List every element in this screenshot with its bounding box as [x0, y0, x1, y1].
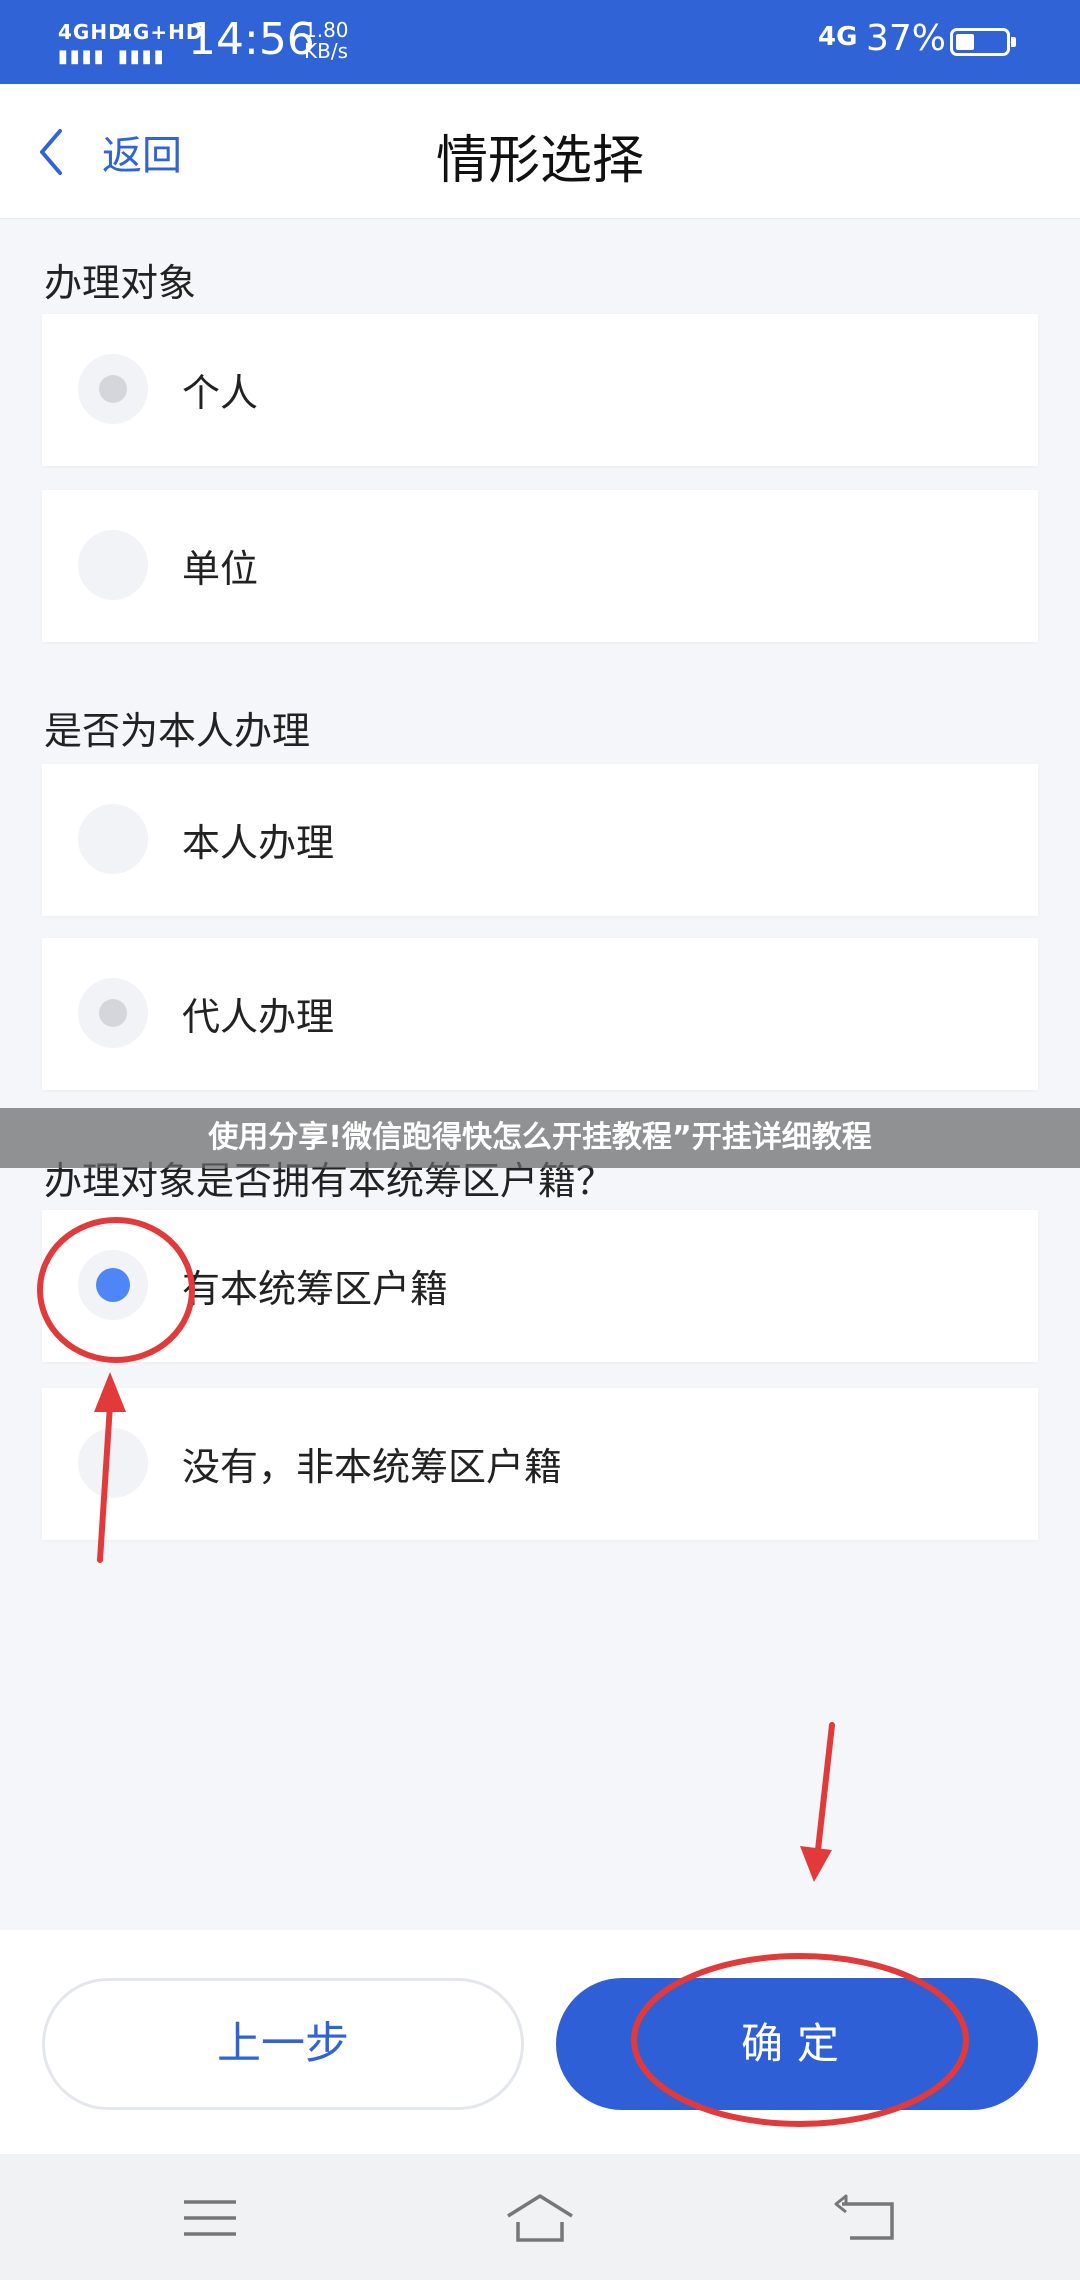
home-icon: [507, 2194, 573, 2242]
status-time: 14:56: [188, 14, 315, 65]
section-title-applicant: 办理对象: [44, 261, 197, 305]
page-title: 情形选择: [435, 131, 644, 191]
option-local-household[interactable]: 有本统筹区户籍: [42, 1210, 1038, 1362]
previous-step-button[interactable]: 上一步: [42, 1978, 524, 2110]
home-key[interactable]: [500, 2190, 580, 2246]
option-label: 代人办理: [182, 995, 335, 1039]
option-nonlocal-household[interactable]: 没有，非本统筹区户籍: [42, 1388, 1038, 1540]
radio-dot: [99, 999, 127, 1027]
back-icon: [834, 2194, 894, 2240]
action-bar: 上一步 确定: [0, 1930, 1080, 2154]
option-individual[interactable]: 个人: [42, 314, 1038, 466]
signal-bars-icon: ▮▮▮▮: [58, 46, 106, 67]
radio-button[interactable]: [78, 1428, 148, 1498]
radio-button[interactable]: [78, 804, 148, 874]
back-key[interactable]: [830, 2190, 910, 2246]
radio-button[interactable]: [78, 530, 148, 600]
option-organization[interactable]: 单位: [42, 490, 1038, 642]
annotation-arrow-down-icon: [800, 1722, 835, 1882]
menu-key[interactable]: [170, 2190, 250, 2246]
watermark-banner: 使用分享!微信跑得快怎么开挂教程”开挂详细教程: [0, 1108, 1080, 1168]
section-title-self-handling: 是否为本人办理: [44, 709, 311, 753]
option-label: 有本统筹区户籍: [182, 1267, 449, 1311]
battery-level: [956, 34, 974, 50]
system-navigation-bar: [0, 2154, 1080, 2280]
network-indicator-1: 4GHD ▮▮▮▮: [58, 20, 126, 67]
radio-dot-selected: [96, 1268, 130, 1302]
option-self[interactable]: 本人办理: [42, 764, 1038, 916]
confirm-button[interactable]: 确定: [556, 1978, 1038, 2110]
option-label: 个人: [182, 371, 259, 415]
menu-icon: [184, 2200, 236, 2236]
network-speed: 1.80 KB/s: [304, 18, 349, 63]
option-label: 没有，非本统筹区户籍: [182, 1445, 563, 1489]
navigation-bar: 返回 情形选择: [0, 84, 1080, 219]
option-label: 单位: [182, 547, 259, 591]
battery-icon: [950, 28, 1016, 56]
radio-dot: [99, 375, 127, 403]
status-bar: 4GHD ▮▮▮▮ 4G+HD ▮▮▮▮ 14:56 1.80 KB/s 4G …: [0, 0, 1080, 84]
radio-button[interactable]: [78, 354, 148, 424]
option-label: 本人办理: [182, 821, 335, 865]
network-type-indicator: 4G: [818, 22, 858, 52]
option-proxy[interactable]: 代人办理: [42, 938, 1038, 1090]
radio-button[interactable]: [78, 978, 148, 1048]
radio-button[interactable]: [78, 1250, 148, 1320]
battery-percentage: 37%: [866, 18, 947, 59]
